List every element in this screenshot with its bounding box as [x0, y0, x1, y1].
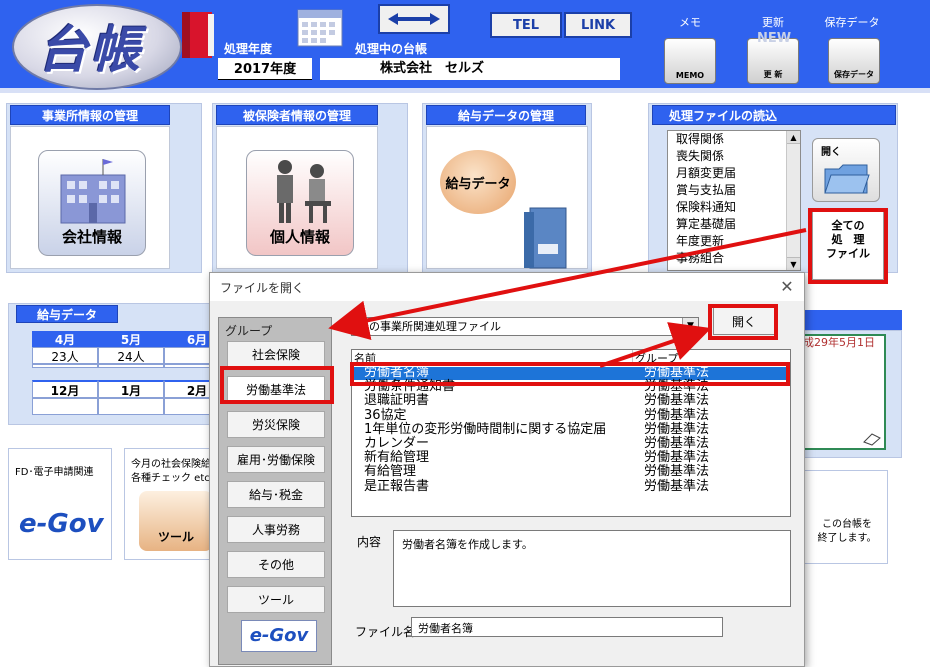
arrow-to-open [599, 322, 712, 368]
arrow-to-group [328, 228, 807, 340]
annotation-arrows [328, 228, 807, 368]
